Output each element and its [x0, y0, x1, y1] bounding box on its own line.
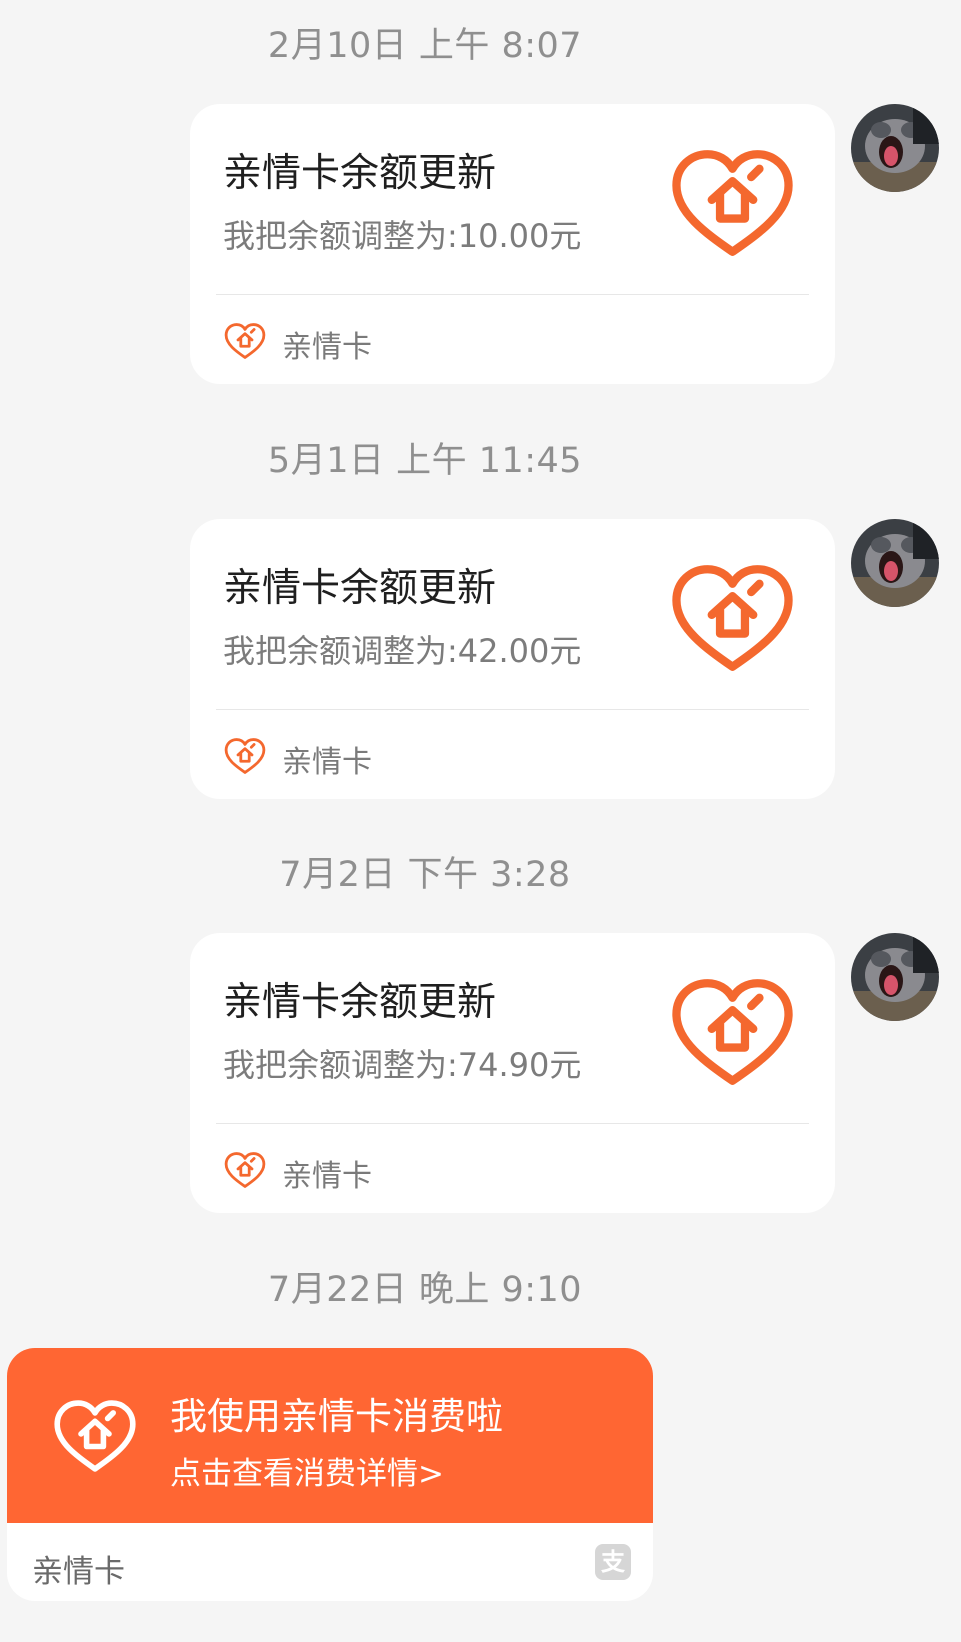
card-title: 亲情卡余额更新 [223, 566, 497, 611]
avatar[interactable] [851, 519, 939, 607]
card-source-label: 亲情卡 [282, 745, 372, 780]
heart-home-small-icon [224, 1151, 266, 1189]
heart-home-small-icon [224, 737, 266, 775]
spend-title: 我使用亲情卡消费啦 [170, 1395, 503, 1438]
avatar[interactable] [851, 933, 939, 1021]
spend-card-header: 我使用亲情卡消费啦 点击查看消费详情> [7, 1348, 653, 1523]
card-description: 我把余额调整为:10.00元 [223, 217, 582, 255]
spend-notification-card[interactable]: 我使用亲情卡消费啦 点击查看消费详情> 亲情卡 支 [7, 1348, 653, 1601]
balance-update-card[interactable]: 亲情卡余额更新 我把余额调整为:74.90元 亲情卡 [190, 933, 835, 1213]
card-title: 亲情卡余额更新 [223, 151, 497, 196]
alipay-icon: 支 [595, 1544, 631, 1580]
card-description: 我把余额调整为:74.90元 [223, 1046, 582, 1084]
timestamp: 2月10日 上午 8:07 [267, 26, 583, 66]
card-source-label: 亲情卡 [282, 1159, 372, 1194]
divider [216, 294, 809, 295]
card-source-label: 亲情卡 [32, 1554, 125, 1590]
timestamp: 5月1日 上午 11:45 [267, 441, 583, 481]
avatar-image [851, 519, 939, 607]
balance-update-card[interactable]: 亲情卡余额更新 我把余额调整为:10.00元 亲情卡 [190, 104, 835, 384]
card-source-label: 亲情卡 [282, 330, 372, 365]
view-details-link[interactable]: 点击查看消费详情> [170, 1448, 444, 1493]
balance-update-card[interactable]: 亲情卡余额更新 我把余额调整为:42.00元 亲情卡 [190, 519, 835, 799]
heart-home-icon [670, 563, 795, 673]
divider [216, 709, 809, 710]
heart-home-icon [53, 1398, 137, 1474]
divider [216, 1123, 809, 1124]
card-title: 亲情卡余额更新 [223, 980, 497, 1025]
avatar-image [851, 933, 939, 1021]
card-description: 我把余额调整为:42.00元 [223, 632, 582, 670]
heart-home-icon [670, 148, 795, 258]
avatar-image [851, 104, 939, 192]
timestamp: 7月22日 晚上 9:10 [267, 1270, 583, 1310]
heart-home-icon [670, 977, 795, 1087]
timestamp: 7月2日 下午 3:28 [279, 855, 571, 895]
heart-home-small-icon [224, 322, 266, 360]
avatar[interactable] [851, 104, 939, 192]
